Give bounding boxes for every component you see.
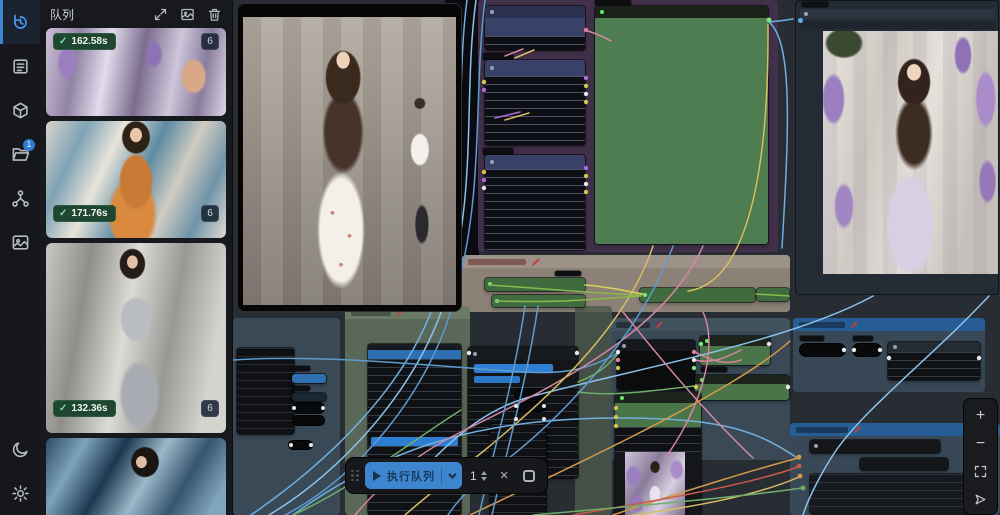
sidebar-item-node-map[interactable] — [0, 176, 40, 220]
node-title-label — [802, 2, 828, 7]
queue-item[interactable] — [46, 438, 226, 515]
check-icon: ✓ — [59, 36, 67, 47]
queue-panel-title: 队列 — [50, 6, 141, 23]
cursor-arrow-icon — [973, 492, 988, 507]
output-count-badge: 6 — [201, 400, 219, 417]
sidebar-item-queue-history[interactable] — [0, 0, 40, 44]
trash-icon[interactable] — [207, 7, 222, 22]
zoom-out-button[interactable]: − — [967, 431, 994, 456]
queue-panel-header: 队列 — [40, 0, 232, 28]
pan-mode-button[interactable] — [967, 487, 994, 512]
run-toolbar: 执行队列 1 × — [345, 457, 548, 494]
fit-view-icon — [973, 464, 988, 479]
sidebar-item-gallery[interactable] — [0, 220, 40, 264]
image-preview-node[interactable] — [237, 3, 462, 312]
history-icon — [11, 13, 30, 32]
sidebar-item-workflows[interactable]: 1 — [0, 132, 40, 176]
queue-item[interactable]: ✓162.58s 6 — [46, 28, 226, 116]
gallery-icon[interactable] — [180, 7, 195, 22]
batch-count-field[interactable]: 1 — [468, 469, 489, 483]
batch-stepper[interactable] — [481, 471, 487, 481]
wisteria-image-preview — [823, 31, 998, 274]
gear-icon — [11, 484, 30, 503]
queue-item[interactable]: ✓132.36s 6 — [46, 243, 226, 433]
run-queue-button[interactable]: 执行队列 — [365, 462, 462, 489]
workflows-count-badge: 1 — [23, 139, 35, 151]
result-thumbnail — [46, 438, 226, 515]
output-count-badge: 6 — [201, 205, 219, 222]
main-image-preview — [243, 17, 456, 305]
input-port[interactable] — [798, 18, 803, 23]
clear-queue-button[interactable]: × — [495, 467, 514, 484]
stop-button[interactable] — [523, 470, 535, 482]
check-icon: ✓ — [59, 208, 67, 219]
play-icon — [373, 471, 381, 481]
expand-icon[interactable] — [153, 7, 168, 22]
step-up-icon[interactable] — [481, 471, 487, 475]
sidebar-item-model-library[interactable] — [0, 88, 40, 132]
cube-icon — [11, 101, 30, 120]
image-preview-node[interactable] — [795, 0, 999, 295]
step-down-icon[interactable] — [481, 477, 487, 481]
workflow-icon — [11, 189, 30, 208]
queue-item[interactable]: ✓171.76s 6 — [46, 121, 226, 238]
moon-icon — [11, 440, 30, 459]
batch-count-value: 1 — [470, 469, 477, 483]
queue-item-list[interactable]: ✓162.58s 6 ✓171.76s 6 ✓132.36s 6 — [40, 28, 232, 515]
output-count-badge: 6 — [201, 33, 219, 50]
sidebar-spacer — [0, 264, 40, 427]
node-widget-row[interactable] — [800, 9, 995, 19]
image-icon — [11, 233, 30, 252]
check-icon: ✓ — [59, 403, 67, 414]
chevron-down-icon[interactable] — [448, 470, 456, 478]
run-queue-label: 执行队列 — [387, 468, 435, 484]
duration-badge: ✓171.76s — [53, 205, 116, 222]
sidebar-item-node-library[interactable] — [0, 44, 40, 88]
sidebar-item-settings[interactable] — [0, 471, 40, 515]
app-window: 1 队列 — [0, 0, 1000, 515]
zoom-in-button[interactable]: + — [967, 403, 994, 428]
button-divider — [441, 468, 442, 484]
sidebar-item-theme-toggle[interactable] — [0, 427, 40, 471]
node-graph-canvas[interactable]: 执行队列 1 × + − — [233, 0, 1000, 515]
list-panel-icon — [11, 57, 30, 76]
duration-badge: ✓162.58s — [53, 33, 116, 50]
node-widget-row[interactable] — [800, 21, 995, 29]
drag-handle-icon[interactable] — [351, 470, 359, 482]
duration-badge: ✓132.36s — [53, 400, 116, 417]
zoom-toolbar: + − — [963, 398, 998, 515]
queue-panel: 队列 ✓162.58s 6 ✓171.76s 6 — [40, 0, 233, 515]
icon-sidebar: 1 — [0, 0, 40, 515]
fit-view-button[interactable] — [967, 459, 994, 484]
